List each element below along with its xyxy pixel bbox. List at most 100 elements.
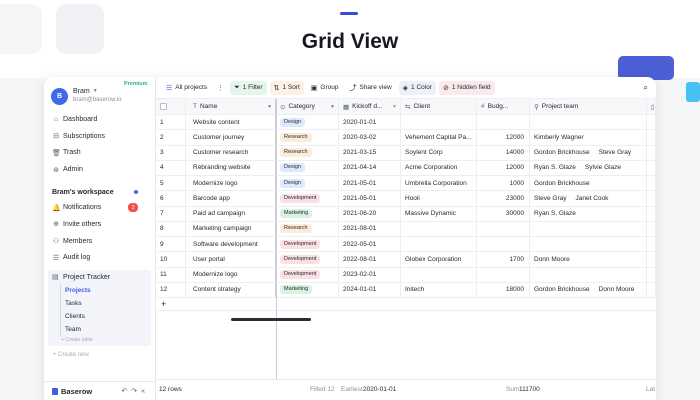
user-menu[interactable]: B Bram ▼ bram@baserow.io Premium — [44, 77, 155, 108]
more-options-icon[interactable]: ⋮ — [217, 84, 224, 92]
team-member-chip[interactable]: Donn Moore — [534, 256, 570, 263]
cell-name[interactable]: Software development — [186, 237, 276, 252]
team-member-chip[interactable]: Gordon Brickhouse — [534, 149, 590, 156]
team-member-chip[interactable]: Janet Cook — [576, 195, 609, 202]
cell-category[interactable]: Development — [276, 252, 339, 267]
table-item-team[interactable]: Team — [48, 323, 151, 337]
cell-name[interactable]: Modernize logo — [186, 176, 276, 191]
undo-icon[interactable]: ↶ — [121, 388, 131, 395]
sidebar-item-audit-log[interactable]: ☰ Audit log — [44, 250, 155, 267]
cell-client[interactable]: Vehement Capital Pa... — [401, 130, 477, 145]
cell-kickoff-date[interactable]: 2021-04-14 — [339, 160, 401, 175]
search-icon[interactable]: ⌕ — [644, 83, 648, 93]
sort-button[interactable]: ⇅ 1 Sort — [269, 80, 304, 95]
cell-name[interactable]: Customer research — [186, 145, 276, 160]
cell-name[interactable]: Customer journey — [186, 130, 276, 145]
cell-name[interactable]: Rebranding website — [186, 160, 276, 175]
cell-project-team[interactable] — [530, 221, 647, 236]
cell-client[interactable] — [401, 221, 477, 236]
cell-category[interactable]: Marketing — [276, 206, 339, 221]
cell-budget[interactable] — [477, 237, 530, 252]
select-all-checkbox[interactable] — [160, 103, 167, 110]
cell-name[interactable]: Paid ad campaign — [186, 206, 276, 221]
cell-client[interactable]: Soylent Corp — [401, 145, 477, 160]
cell-name[interactable]: Marketing campaign — [186, 221, 276, 236]
cell-client[interactable]: Initech — [401, 282, 477, 297]
table-row[interactable]: 4 Rebranding website Design 2021-04-14 Acme … — [156, 160, 656, 176]
table-item-projects[interactable]: Projects — [48, 284, 151, 298]
sidebar-item-trash[interactable]: 🗑 Trash — [44, 145, 155, 162]
column-header-client[interactable]: ⇆ Client — [401, 99, 477, 114]
cell-category[interactable]: Research — [276, 145, 339, 160]
cell-category[interactable]: Development — [276, 267, 339, 282]
cell-kickoff-date[interactable]: 2020-01-01 — [339, 115, 401, 130]
cell-budget[interactable]: 12000 — [477, 130, 530, 145]
cell-client[interactable]: Acme Corporation — [401, 160, 477, 175]
filled-aggregation[interactable]: Filled 12 — [310, 386, 335, 393]
cell-name[interactable]: Modernize logo — [186, 267, 276, 282]
cell-client[interactable] — [401, 267, 477, 282]
cell-kickoff-date[interactable]: 2022-08-01 — [339, 252, 401, 267]
create-table-link[interactable]: + Create table — [48, 336, 151, 344]
cell-project-team[interactable]: Donn Moore — [530, 252, 647, 267]
chevron-down-icon[interactable]: ▼ — [330, 104, 335, 110]
team-member-chip[interactable]: Sylvie Glaze — [585, 164, 621, 171]
sidebar-item-subscriptions[interactable]: ⊟ Subscriptions — [44, 128, 155, 145]
add-row-button[interactable]: + — [156, 298, 656, 311]
hidden-fields-button[interactable]: ⊘ 1 hidden field — [439, 80, 495, 95]
sidebar-item-invite-others[interactable]: ⊕ Invite others — [44, 216, 155, 233]
cell-budget[interactable]: 1700 — [477, 252, 530, 267]
table-row[interactable]: 2 Customer journey Research 2020-03-02 Vehem… — [156, 130, 656, 146]
column-header-name[interactable]: T Name ▼ — [186, 99, 276, 114]
cell-project-team[interactable] — [530, 237, 647, 252]
cell-project-team[interactable]: Steve Gray Janet Cook — [530, 191, 647, 206]
cell-project-team[interactable]: Ryan S. Glaze Sylvie Glaze — [530, 160, 647, 175]
column-header-project-team[interactable]: ⚲ Project team — [530, 99, 647, 114]
cell-client[interactable] — [401, 237, 477, 252]
cell-kickoff-date[interactable]: 2021-08-01 — [339, 221, 401, 236]
team-member-chip[interactable]: Kimberly Wagner — [534, 134, 584, 141]
cell-kickoff-date[interactable]: 2021-06-20 — [339, 206, 401, 221]
cell-category[interactable]: Research — [276, 130, 339, 145]
cell-client[interactable] — [401, 115, 477, 130]
table-row[interactable]: 8 Marketing campaign Research 2021-08-01 — [156, 221, 656, 237]
scroll-handle[interactable] — [231, 318, 311, 321]
column-header-category[interactable]: ⊙ Category ▼ — [276, 99, 339, 114]
team-member-chip[interactable]: Ryan S. Glaze — [534, 164, 576, 171]
cell-client[interactable]: Massive Dynamic — [401, 206, 477, 221]
sidebar-item-admin[interactable]: ⊛ Admin — [44, 161, 155, 178]
sidebar-item-dashboard[interactable]: ⌂ Dashboard — [44, 111, 155, 128]
cell-category[interactable]: Design — [276, 160, 339, 175]
team-member-chip[interactable]: Gordon Brickhouse — [534, 180, 590, 187]
table-row[interactable]: 3 Customer research Research 2021-03-15 Soyl… — [156, 145, 656, 161]
sidebar-item-members[interactable]: ⚇ Members — [44, 233, 155, 250]
table-row[interactable]: 12 Content strategy Marketing 2024-01-01 Ini… — [156, 282, 656, 298]
cell-category[interactable]: Development — [276, 191, 339, 206]
table-row[interactable]: 10 User portal Development 2022-08-01 Globex… — [156, 252, 656, 268]
cell-budget[interactable]: 1000 — [477, 176, 530, 191]
table-item-tasks[interactable]: Tasks — [48, 297, 151, 311]
column-header-budget[interactable]: # Budg... — [477, 99, 530, 114]
table-row[interactable]: 6 Barcode app Development 2021-05-01 Hooli 23… — [156, 191, 656, 207]
table-row[interactable]: 1 Website content Design 2020-01-01 — [156, 115, 656, 131]
cell-budget[interactable]: 14000 — [477, 145, 530, 160]
cell-kickoff-date[interactable]: 2021-05-01 — [339, 176, 401, 191]
cell-client[interactable]: Hooli — [401, 191, 477, 206]
view-selector[interactable]: ☰ All projects — [162, 81, 211, 95]
database-item-project-tracker[interactable]: ▤ Project Tracker — [48, 270, 151, 284]
cell-kickoff-date[interactable]: 2021-03-15 — [339, 145, 401, 160]
cell-category[interactable]: Research — [276, 221, 339, 236]
team-member-chip[interactable]: Gordon Brickhouse — [534, 286, 590, 293]
cell-project-team[interactable]: Kimberly Wagner — [530, 130, 647, 145]
team-member-chip[interactable]: Donn Moore — [599, 286, 635, 293]
table-row[interactable]: 9 Software development Development 2022-05-… — [156, 237, 656, 253]
table-row[interactable]: 5 Modernize logo Design 2021-05-01 Umbrella … — [156, 176, 656, 192]
earliest-value[interactable]: 2020-01-01 — [363, 386, 396, 393]
sort-indicator-icon[interactable]: ▼ — [392, 104, 397, 110]
collapse-sidebar-icon[interactable]: « — [141, 388, 149, 395]
cell-category[interactable]: Development — [276, 237, 339, 252]
cell-project-team[interactable]: Gordon Brickhouse Donn Moore — [530, 282, 647, 297]
cell-project-team[interactable] — [530, 267, 647, 282]
sidebar-item-notifications[interactable]: 🔔 Notifications 2 — [44, 199, 155, 216]
cell-name[interactable]: User portal — [186, 252, 276, 267]
